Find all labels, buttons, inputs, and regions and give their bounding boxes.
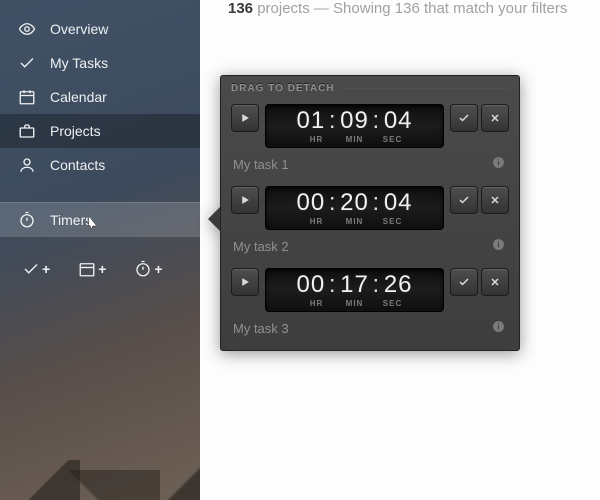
time-min: 20 — [338, 189, 372, 217]
panel-title-text: DRAG TO DETACH — [231, 83, 335, 94]
quick-add-task[interactable]: + — [22, 260, 50, 278]
unit-min: MIN — [336, 135, 374, 144]
timer-row: 00: 17: 26 HR MIN SEC — [227, 264, 513, 342]
results-summary: 136 projects — Showing 136 that match yo… — [228, 0, 600, 17]
info-icon — [492, 320, 505, 333]
panel-drag-handle[interactable]: DRAG TO DETACH — [221, 76, 519, 100]
sidebar-item-contacts[interactable]: Contacts — [0, 148, 200, 182]
sidebar-item-label: My Tasks — [50, 55, 108, 71]
cursor-pointer-icon — [84, 216, 100, 232]
time-display: 00: 17: 26 HR MIN SEC — [265, 268, 444, 312]
time-hr: 01 — [294, 107, 328, 135]
popover-arrow — [208, 207, 220, 231]
unit-hr: HR — [298, 135, 336, 144]
sidebar-item-label: Projects — [50, 123, 101, 139]
play-icon — [239, 112, 251, 124]
quick-add-timer[interactable]: + — [134, 260, 162, 278]
cancel-button[interactable] — [481, 104, 509, 132]
time-sec: 04 — [381, 107, 415, 135]
cancel-button[interactable] — [481, 268, 509, 296]
check-icon — [458, 276, 470, 288]
quick-add-row: + + + — [0, 238, 200, 278]
divider — [343, 88, 509, 89]
cancel-button[interactable] — [481, 186, 509, 214]
timer-row: 00: 20: 04 HR MIN SEC — [227, 182, 513, 260]
briefcase-icon — [18, 122, 36, 140]
info-button[interactable] — [492, 156, 505, 172]
time-display: 01: 09: 04 HR MIN SEC — [265, 104, 444, 148]
plus-icon: + — [42, 261, 50, 277]
project-count: 136 — [228, 0, 253, 17]
check-icon — [18, 54, 36, 72]
user-icon — [18, 156, 36, 174]
play-button[interactable] — [231, 268, 259, 296]
stopwatch-icon — [134, 260, 152, 278]
plus-icon: + — [154, 261, 162, 277]
sidebar-item-label: Calendar — [50, 89, 107, 105]
timers-panel[interactable]: DRAG TO DETACH 01: 09: 04 HR MIN — [220, 75, 520, 351]
check-icon — [458, 112, 470, 124]
time-min: 09 — [338, 107, 372, 135]
sidebar-item-label: Contacts — [50, 157, 105, 173]
unit-sec: SEC — [374, 299, 412, 308]
complete-button[interactable] — [450, 186, 478, 214]
timer-task-name: My task 1 — [233, 157, 289, 172]
unit-hr: HR — [298, 217, 336, 226]
close-icon — [489, 194, 501, 206]
info-button[interactable] — [492, 320, 505, 336]
time-hr: 00 — [294, 271, 328, 299]
time-sec: 26 — [381, 271, 415, 299]
unit-hr: HR — [298, 299, 336, 308]
time-display: 00: 20: 04 HR MIN SEC — [265, 186, 444, 230]
info-icon — [492, 238, 505, 251]
unit-min: MIN — [336, 299, 374, 308]
stopwatch-icon — [18, 211, 36, 229]
info-button[interactable] — [492, 238, 505, 254]
unit-sec: SEC — [374, 135, 412, 144]
check-icon — [22, 260, 40, 278]
sidebar-item-overview[interactable]: Overview — [0, 12, 200, 46]
sidebar: Overview My Tasks Calendar Projects Cont… — [0, 0, 200, 500]
sidebar-item-mytasks[interactable]: My Tasks — [0, 46, 200, 80]
timer-task-name: My task 2 — [233, 239, 289, 254]
check-icon — [458, 194, 470, 206]
play-button[interactable] — [231, 104, 259, 132]
play-button[interactable] — [231, 186, 259, 214]
play-icon — [239, 194, 251, 206]
close-icon — [489, 112, 501, 124]
timer-task-name: My task 3 — [233, 321, 289, 336]
results-summary-text: projects — Showing 136 that match your f… — [253, 0, 567, 17]
time-min: 17 — [338, 271, 372, 299]
unit-sec: SEC — [374, 217, 412, 226]
sidebar-item-timers[interactable]: Timers — [0, 202, 200, 238]
timers-popover: DRAG TO DETACH 01: 09: 04 HR MIN — [220, 75, 520, 351]
calendar-icon — [18, 88, 36, 106]
timer-row: 01: 09: 04 HR MIN SEC — [227, 100, 513, 178]
sidebar-item-projects[interactable]: Projects — [0, 114, 200, 148]
quick-add-event[interactable]: + — [78, 260, 106, 278]
eye-icon — [18, 20, 36, 38]
unit-min: MIN — [336, 217, 374, 226]
sidebar-item-label: Overview — [50, 21, 108, 37]
complete-button[interactable] — [450, 104, 478, 132]
sidebar-item-calendar[interactable]: Calendar — [0, 80, 200, 114]
plus-icon: + — [98, 261, 106, 277]
info-icon — [492, 156, 505, 169]
close-icon — [489, 276, 501, 288]
complete-button[interactable] — [450, 268, 478, 296]
time-sec: 04 — [381, 189, 415, 217]
calendar-icon — [78, 260, 96, 278]
play-icon — [239, 276, 251, 288]
time-hr: 00 — [294, 189, 328, 217]
